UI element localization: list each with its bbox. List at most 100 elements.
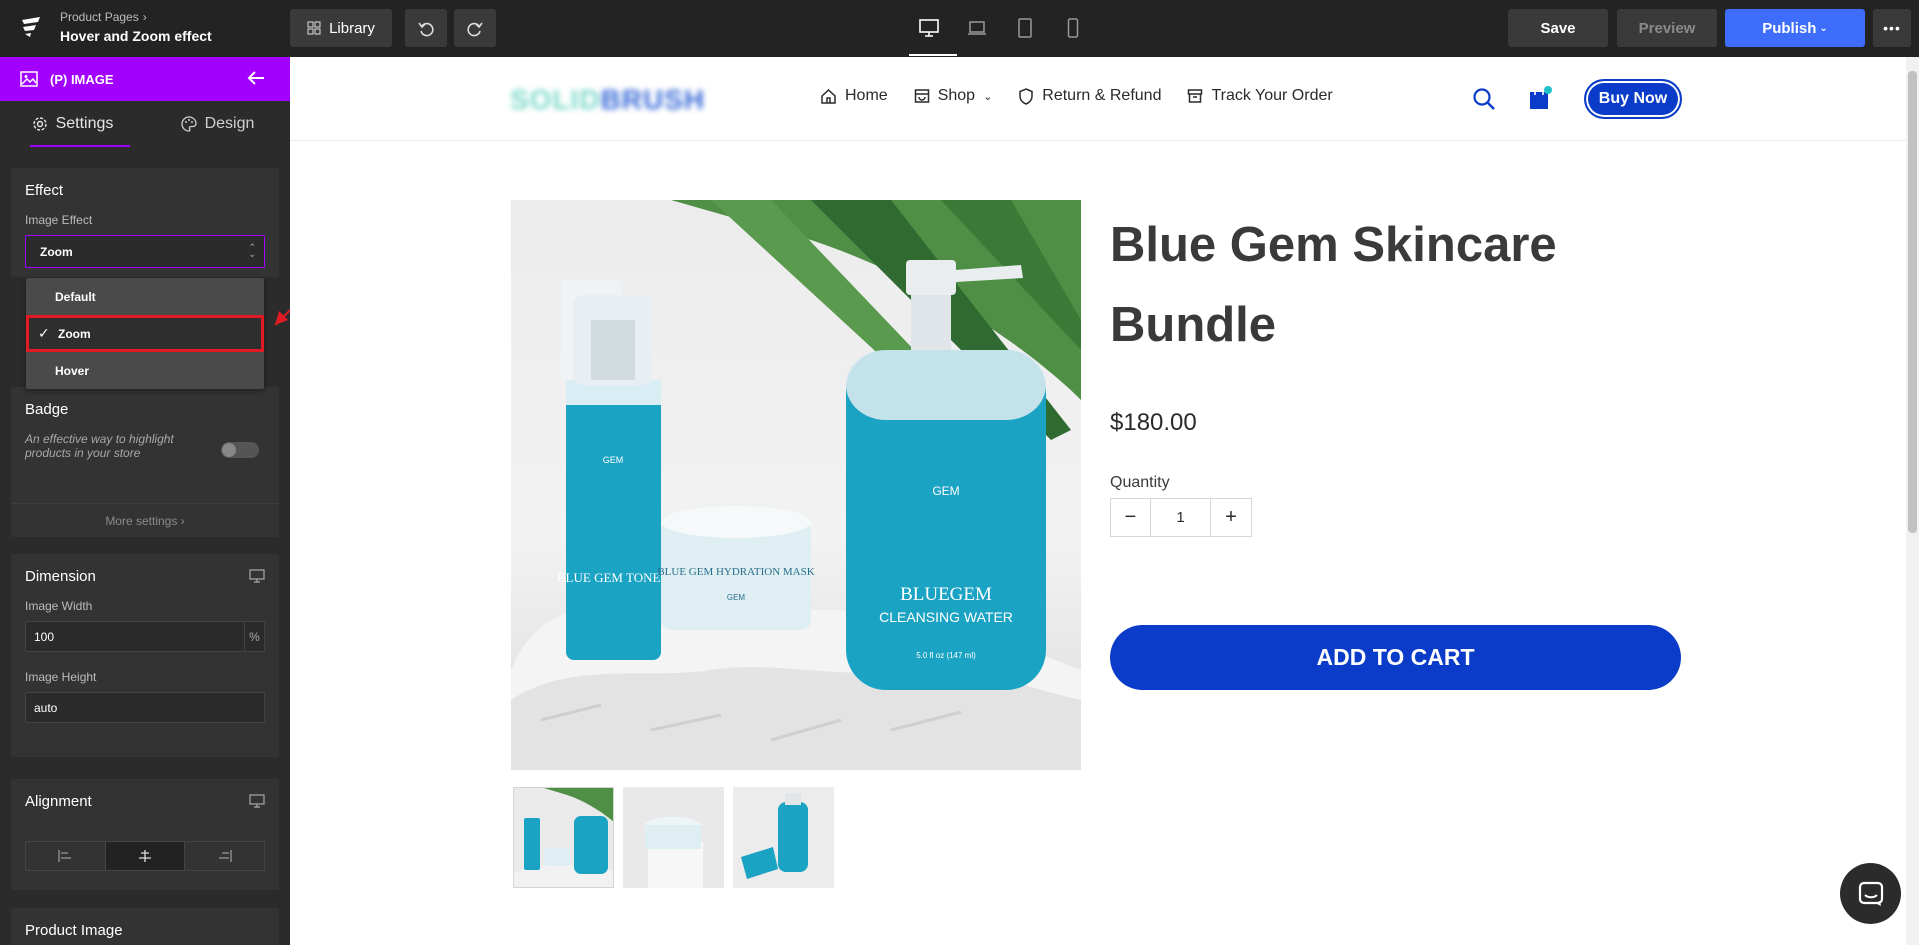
check-icon: ✓	[38, 325, 50, 341]
nav-home-label: Home	[845, 87, 888, 104]
minus-icon: −	[1124, 506, 1137, 528]
more-settings-label: More settings	[105, 513, 178, 528]
increase-quantity-button[interactable]: +	[1211, 499, 1251, 536]
gear-icon	[32, 117, 47, 131]
box-icon	[1188, 89, 1203, 103]
effect-section: Effect Image Effect Zoom ⌃ ⌄	[11, 168, 279, 277]
palette-icon	[180, 116, 197, 132]
desktop-icon[interactable]	[249, 794, 265, 808]
nav-shop[interactable]: Shop ⌄	[914, 87, 993, 105]
effect-option-label: Hover	[55, 363, 90, 378]
tablet-icon	[1018, 18, 1032, 38]
publish-button[interactable]: Publish ⌄	[1725, 9, 1865, 47]
thumbnail-photo	[623, 787, 724, 888]
thumbnail-photo	[733, 787, 834, 888]
effect-option-hover[interactable]: Hover	[26, 352, 264, 389]
search-icon[interactable]	[1472, 87, 1496, 111]
site-header: SOLIDBRUSH Home Shop ⌄ Return & Refund T…	[290, 57, 1906, 141]
home-icon	[821, 88, 836, 104]
image-width-input[interactable]: 100 %	[25, 621, 265, 652]
product-photo: GEM BLUE GEM TONER BLUE GEM HYDRATION MA…	[511, 200, 1081, 770]
nav-track-order[interactable]: Track Your Order	[1187, 87, 1333, 105]
product-thumbnail[interactable]	[623, 787, 724, 888]
image-height-label: Image Height	[25, 670, 97, 684]
water-subtitle-text: CLEANSING WATER	[879, 609, 1013, 625]
badge-section: Badge An effective way to highlight prod…	[11, 387, 279, 537]
add-to-cart-button[interactable]: ADD TO CART	[1110, 625, 1681, 690]
product-image-section: Product Image	[11, 908, 279, 945]
image-icon	[20, 71, 38, 87]
image-effect-select[interactable]: Zoom ⌃ ⌄	[25, 235, 265, 268]
tab-design[interactable]: Design	[145, 101, 290, 147]
width-unit-select[interactable]: %	[244, 622, 264, 651]
nav-track-label: Track Your Order	[1211, 87, 1333, 104]
effect-option-zoom[interactable]: ✓ Zoom	[26, 315, 264, 352]
publish-label: Publish	[1762, 19, 1817, 37]
alignment-buttons	[25, 841, 265, 871]
buy-now-button[interactable]: Buy Now	[1584, 79, 1682, 119]
mobile-view-button[interactable]	[1053, 10, 1093, 46]
nav-home[interactable]: Home	[820, 87, 888, 105]
nav-return-refund[interactable]: Return & Refund	[1018, 87, 1161, 105]
laptop-view-button[interactable]	[957, 10, 997, 46]
breadcrumb[interactable]: Product Pages ›	[60, 10, 147, 24]
library-button[interactable]: Library	[290, 9, 392, 47]
image-height-input[interactable]: auto	[25, 692, 265, 723]
select-arrows-icon: ⌃ ⌄	[248, 242, 256, 259]
toner-label-text: BLUE GEM TONER	[557, 570, 670, 585]
product-thumbnail[interactable]	[733, 787, 834, 888]
align-center-button[interactable]	[105, 842, 186, 870]
mask-brand-text: GEM	[727, 593, 746, 602]
store-icon	[914, 89, 929, 103]
app-logo-icon[interactable]	[19, 15, 43, 39]
shopping-bag-icon[interactable]	[1528, 85, 1552, 111]
tab-settings[interactable]: Settings	[0, 101, 145, 147]
tablet-view-button[interactable]	[1005, 10, 1045, 46]
chevron-down-icon: ⌄	[983, 90, 993, 103]
undo-button[interactable]	[405, 9, 447, 47]
redo-button[interactable]	[454, 9, 496, 47]
water-size-text: 5.0 fl oz (147 ml)	[916, 651, 976, 660]
product-main-image[interactable]: GEM BLUE GEM TONER BLUE GEM HYDRATION MA…	[511, 200, 1081, 770]
alignment-section: Alignment	[11, 779, 279, 890]
product-title: Blue Gem Skincare Bundle	[1110, 218, 1557, 352]
more-options-button[interactable]: •••	[1873, 9, 1911, 47]
align-right-button[interactable]	[185, 842, 264, 870]
desktop-view-button[interactable]	[909, 10, 957, 56]
badge-title: Badge	[25, 401, 69, 418]
quantity-input[interactable]: 1	[1151, 499, 1211, 536]
canvas-scrollbar[interactable]	[1906, 57, 1919, 945]
align-center-icon	[139, 850, 151, 862]
align-right-icon	[218, 850, 232, 862]
effect-option-default[interactable]: Default	[26, 278, 264, 315]
decrease-quantity-button[interactable]: −	[1111, 499, 1151, 536]
arrow-left-icon[interactable]	[246, 69, 266, 87]
chat-launcher-button[interactable]	[1840, 863, 1901, 924]
tab-design-label: Design	[204, 115, 255, 132]
water-brand-text: GEM	[932, 484, 959, 498]
image-effect-value: Zoom	[40, 244, 73, 259]
chevron-down-icon: ⌄	[1819, 22, 1828, 34]
save-button[interactable]: Save	[1508, 9, 1608, 47]
more-settings-link[interactable]: More settings ›	[11, 503, 279, 537]
desktop-icon[interactable]	[249, 569, 265, 583]
chat-icon	[1858, 881, 1883, 906]
align-left-button[interactable]	[26, 842, 106, 870]
scrollbar-thumb[interactable]	[1908, 71, 1917, 533]
quantity-label: Quantity	[1110, 474, 1170, 491]
undo-icon	[418, 22, 434, 37]
product-price: $180.00	[1110, 409, 1197, 436]
desktop-icon	[919, 19, 939, 37]
toner-brand-text: GEM	[603, 455, 624, 465]
site-menu: Home Shop ⌄ Return & Refund Track Your O…	[820, 87, 1333, 105]
grid-icon	[307, 21, 321, 35]
active-tab-indicator	[30, 145, 130, 147]
plus-icon: +	[1225, 506, 1237, 528]
preview-button[interactable]: Preview	[1617, 9, 1717, 47]
product-thumbnail[interactable]	[513, 787, 614, 888]
settings-panel: (P) IMAGE Settings Design Effect Image E…	[0, 57, 290, 945]
image-effect-label: Image Effect	[25, 213, 93, 227]
laptop-icon	[968, 21, 986, 35]
badge-toggle[interactable]	[221, 442, 259, 458]
site-logo[interactable]: SOLIDBRUSH	[510, 84, 705, 116]
